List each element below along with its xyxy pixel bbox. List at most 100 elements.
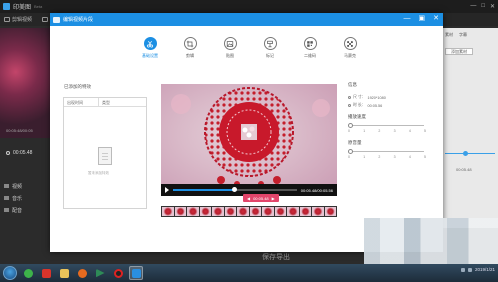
taskbar-recorder-icon[interactable] — [111, 266, 125, 280]
tick-label: 0 — [348, 155, 350, 159]
image-icon — [223, 37, 237, 50]
filmstrip[interactable] — [161, 206, 337, 217]
right-panel-tab[interactable]: 字幕 — [459, 32, 467, 38]
info-panel: 信息 尺 寸： 1920*1080 时 长： 00:05.56 播放速度 0 1… — [348, 82, 433, 166]
tab-crop[interactable]: 剪辑 — [179, 37, 201, 59]
tab-label: 二维码 — [304, 53, 316, 58]
tick-label: 1 — [363, 155, 366, 159]
preview-caption: 00:05:48/00:05 — [6, 128, 33, 133]
tick-label: 5 — [424, 129, 426, 133]
play-icon[interactable] — [6, 151, 10, 155]
volume-heading: 原音量 — [348, 140, 362, 145]
tab-qrcode[interactable]: 二维码 — [299, 37, 321, 59]
background-track-list: 视频 音乐 配音 — [0, 180, 52, 220]
filmstrip-frame — [274, 207, 286, 216]
close-icon[interactable]: ✕ — [490, 3, 495, 10]
current-position-marker[interactable]: ◀ 00:05.48 ▶ — [243, 194, 279, 202]
empty-document-icon — [98, 147, 112, 165]
background-time: 00:05.48 — [6, 150, 32, 156]
video-preview[interactable] — [161, 84, 337, 196]
save-export-button[interactable]: 保存导出 — [262, 252, 290, 262]
tab-mark[interactable]: 标记 — [259, 37, 281, 59]
add-material-button[interactable]: 添加素材 — [445, 48, 473, 55]
marker-time: 00:05.48 — [253, 195, 269, 201]
table-header: 出现时间 类型 — [64, 98, 146, 107]
right-panel-slider[interactable] — [445, 153, 495, 154]
qrcode-icon — [303, 37, 317, 50]
taskbar-browser-icon[interactable] — [21, 266, 35, 280]
tray-date[interactable]: 2019/1/21 — [475, 267, 495, 272]
volume-slider-knob[interactable] — [348, 149, 353, 154]
crop-icon — [183, 37, 197, 50]
size-value: 1920*1080 — [367, 95, 386, 100]
taskbar-security-icon[interactable] — [39, 266, 53, 280]
tick-label: 4 — [408, 155, 411, 159]
play-icon[interactable] — [165, 187, 169, 193]
minimize-icon[interactable]: — — [404, 15, 411, 23]
column-header-type: 类型 — [102, 100, 110, 105]
speed-ticks: 0 1 2 3 4 5 — [348, 129, 426, 133]
chevron-right-icon[interactable]: ▶ — [272, 196, 275, 201]
maximize-icon[interactable]: □ — [481, 3, 485, 10]
background-right-panel: 素材 字幕 添加素材 00:05.48 — [441, 28, 498, 228]
minimize-icon[interactable]: — — [470, 3, 476, 10]
volume-icon[interactable] — [467, 267, 472, 272]
playback-progress[interactable] — [173, 187, 297, 192]
filmstrip-frame — [262, 207, 274, 216]
microphone-icon — [4, 208, 9, 212]
tick-label: 4 — [408, 129, 411, 133]
tick-label: 3 — [393, 129, 396, 133]
toolbar-item[interactable]: 剪辑视频 — [4, 16, 32, 23]
track-row[interactable]: 视频 — [0, 180, 52, 192]
speed-control: 播放速度 0 1 2 3 4 5 — [348, 114, 433, 133]
filmstrip-frame — [287, 207, 299, 216]
dialog-window-controls: — ▣ ✕ — [404, 15, 440, 23]
taskbar-editor-icon[interactable] — [129, 266, 143, 280]
info-heading: 信息 — [348, 82, 357, 87]
tab-label: 贴图 — [226, 53, 234, 58]
filmstrip-frame — [249, 207, 261, 216]
tab-mosaic[interactable]: 马赛克 — [339, 37, 361, 59]
background-app-title: 印美图 — [13, 5, 32, 11]
added-effects-table: 出现时间 类型 暂未添加特效 — [63, 97, 147, 209]
maximize-icon[interactable]: ▣ — [419, 15, 426, 23]
speed-slider[interactable] — [348, 123, 424, 128]
app-logo-icon — [3, 3, 10, 10]
taskbar-folder-icon[interactable] — [57, 266, 71, 280]
close-icon[interactable]: ✕ — [433, 15, 439, 23]
filmstrip-frame — [174, 207, 186, 216]
duration-label: 时 长： — [353, 103, 366, 107]
background-preview: 00:05:48/00:05 — [0, 28, 52, 138]
tick-label: 2 — [378, 129, 381, 133]
track-row[interactable]: 音乐 — [0, 192, 52, 204]
filmstrip-frame — [187, 207, 199, 216]
track-row[interactable]: 配音 — [0, 204, 52, 216]
info-duration-row: 时 长： 00:05.56 — [348, 103, 433, 108]
speed-slider-knob[interactable] — [348, 123, 353, 128]
filmstrip-frame — [237, 207, 249, 216]
track-label: 视频 — [12, 183, 23, 190]
volume-slider[interactable] — [348, 149, 424, 154]
filmstrip-frame — [299, 207, 311, 216]
chevron-left-icon[interactable]: ◀ — [247, 196, 250, 201]
right-panel-slider-knob[interactable] — [463, 151, 468, 156]
tick-label: 0 — [348, 129, 350, 133]
tab-label: 马赛克 — [344, 53, 356, 58]
progress-fill — [173, 189, 235, 191]
blurred-region — [364, 218, 498, 268]
toolbar-item-label: 剪辑视频 — [12, 17, 33, 23]
filmstrip-frame — [312, 207, 324, 216]
network-icon[interactable] — [460, 267, 465, 272]
start-button[interactable] — [3, 266, 17, 280]
background-titlebar: 印美图 Beta — □ ✕ — [0, 0, 498, 13]
taskbar-firefox-icon[interactable] — [75, 266, 89, 280]
player-time: 00:05.48/00:05.56 — [300, 187, 333, 193]
background-window-controls: — □ ✕ — [470, 3, 495, 10]
taskbar-player-icon[interactable] — [93, 266, 107, 280]
right-panel-tab[interactable]: 素材 — [445, 32, 453, 38]
background-app-beta: Beta — [34, 4, 43, 9]
progress-handle[interactable] — [232, 187, 238, 192]
right-panel-time: 00:05.48 — [456, 167, 472, 172]
tab-basic-settings[interactable]: 基础设置 — [139, 37, 161, 59]
tab-sticker[interactable]: 贴图 — [219, 37, 241, 59]
